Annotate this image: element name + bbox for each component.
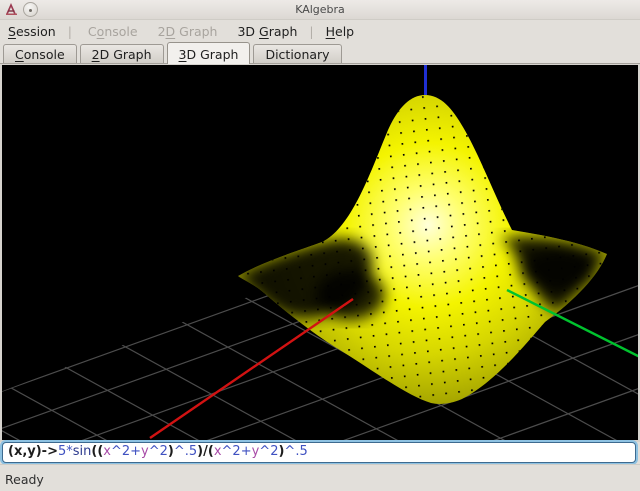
menu-2d-graph[interactable]: 2D Graph [154, 22, 222, 41]
menu-3d-graph[interactable]: 3D Graph [233, 22, 301, 41]
menu-console[interactable]: Console [84, 22, 142, 41]
tab-2d-graph[interactable]: 2D Graph [79, 44, 164, 63]
expression-input[interactable]: (x,y)->5*sin((x^2+y^2)^.5)/(x^2+y^2)^.5 [2, 442, 636, 463]
formula-segment: ^2 [221, 444, 241, 459]
tab-console[interactable]: Console [3, 44, 77, 63]
menubar: Session | Console 2D Graph 3D Graph | He… [0, 20, 640, 42]
formula-segment: x [213, 444, 222, 459]
expression-input-row: (x,y)->5*sin((x^2+y^2)^.5)/(x^2+y^2)^.5 [0, 442, 640, 464]
menu-session[interactable]: Session [4, 22, 60, 41]
menu-separator: | [309, 23, 314, 39]
window-title: KAlgebra [295, 3, 345, 16]
formula-text: (x,y)->5*sin((x^2+y^2)^.5)/(x^2+y^2)^.5 [8, 444, 308, 459]
formula-segment: (x,y)-> [8, 444, 58, 459]
plot-view-frame [0, 64, 640, 442]
formula-segment: 5* [57, 444, 73, 459]
titlebar: KAlgebra [0, 0, 640, 20]
status-message: Ready [5, 472, 44, 487]
formula-segment: ^2 [148, 444, 168, 459]
formula-segment: x [103, 444, 111, 459]
formula-segment: ^.5 [173, 444, 198, 459]
statusbar: Ready [0, 464, 640, 491]
menu-separator: | [67, 23, 72, 39]
formula-segment: y [141, 444, 149, 459]
formula-segment: + [130, 444, 142, 459]
formula-segment: ^2 [110, 444, 131, 459]
formula-segment: ^.5 [284, 444, 308, 459]
formula-segment: sin [72, 444, 92, 459]
tabbar: Console 2D Graph 3D Graph Dictionary [0, 42, 640, 64]
formula-segment: ^2 [259, 444, 279, 459]
formula-segment: )/( [197, 444, 214, 459]
formula-segment: (( [91, 444, 104, 459]
3d-plot-view[interactable] [2, 65, 638, 440]
formula-segment: + [240, 444, 252, 459]
menu-help[interactable]: Help [322, 22, 359, 41]
tab-3d-graph[interactable]: 3D Graph [166, 42, 251, 64]
tab-dictionary[interactable]: Dictionary [253, 44, 342, 63]
